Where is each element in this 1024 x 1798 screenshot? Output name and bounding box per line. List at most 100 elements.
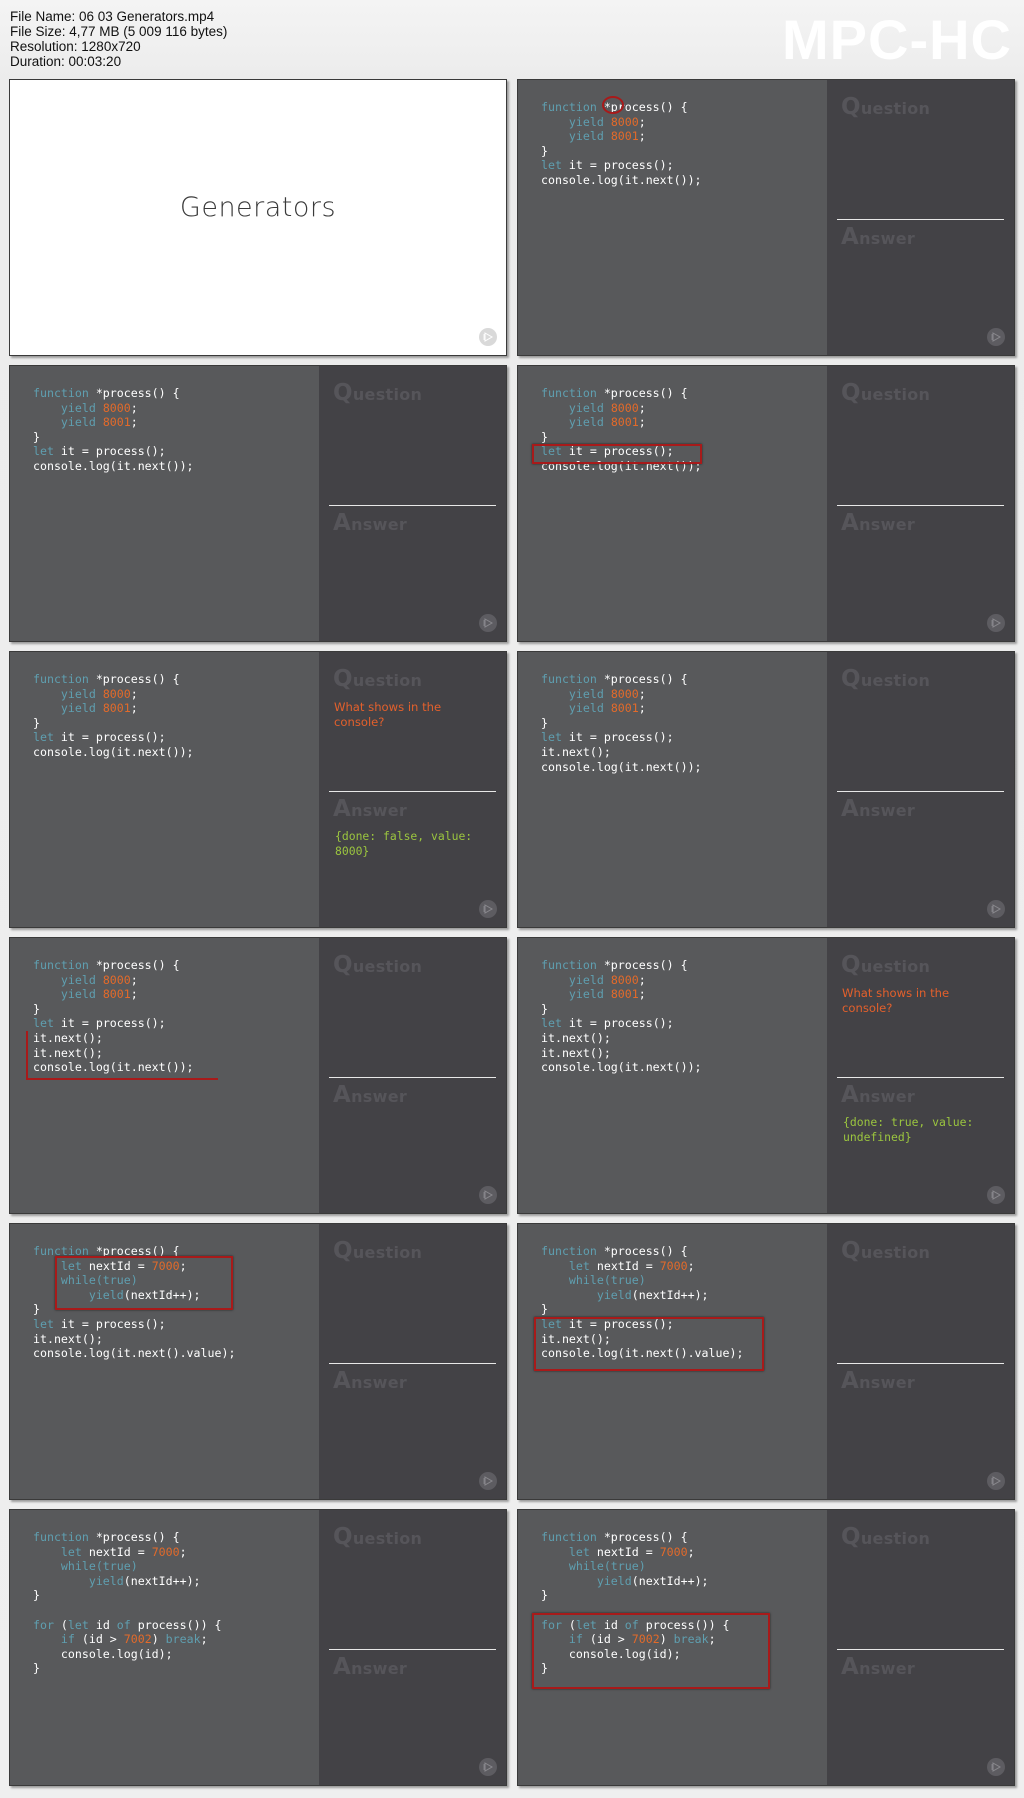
- code-number: 8000: [610, 686, 639, 701]
- code-line: let it = process();: [541, 730, 702, 745]
- code-text: ;: [687, 1544, 695, 1559]
- code-line: console.log(it.next());: [541, 1060, 702, 1075]
- code-text: it = process();: [561, 730, 674, 745]
- code-text: console.log(it.next());: [541, 172, 702, 187]
- qa-pane: Question Answer: [827, 652, 1014, 927]
- question-heading: Question: [841, 94, 930, 120]
- qa-divider: [837, 791, 1004, 792]
- code-line: let it = process();: [33, 1317, 235, 1332]
- thumbnail-title-slide[interactable]: Generators: [9, 79, 507, 356]
- file-size: File Size: 4,77 MB (5 009 116 bytes): [10, 24, 228, 39]
- code-text: ;: [130, 701, 138, 716]
- question-initial: Q: [333, 1524, 353, 1550]
- code-keyword: let: [33, 1016, 54, 1031]
- code-line: console.log(id);: [33, 1647, 222, 1662]
- code-text: }: [33, 1588, 40, 1603]
- thumbnail-frame[interactable]: function *process() { yield 8000; yield …: [517, 651, 1015, 928]
- code-text: ;: [200, 1632, 208, 1647]
- code-line: }: [33, 1002, 194, 1017]
- thumbnail-frame[interactable]: function *process() { yield 8000; yield …: [517, 365, 1015, 642]
- answer-heading: Answer: [841, 1082, 915, 1108]
- code-line: function *process() {: [33, 672, 194, 687]
- question-heading: Question: [841, 666, 930, 692]
- code-text: }: [541, 715, 548, 730]
- question-initial: Q: [841, 380, 861, 406]
- code-pane: function *process() { yield 8000; yield …: [518, 366, 827, 641]
- code-line: yield 8001;: [33, 701, 194, 716]
- code-block: function *process() { yield 8000; yield …: [33, 386, 194, 474]
- code-line: }: [541, 1302, 743, 1317]
- code-number: 8000: [610, 114, 639, 129]
- code-line: yield 8001;: [541, 129, 702, 144]
- code-line: console.log(it.next());: [33, 459, 194, 474]
- code-keyword: yield: [596, 1573, 632, 1588]
- code-line: }: [541, 430, 702, 445]
- answer-initial: A: [333, 1082, 352, 1108]
- thumbnail-frame[interactable]: function *process() { yield 8000; yield …: [9, 365, 507, 642]
- question-initial: Q: [333, 666, 353, 692]
- highlight-annotation: [532, 444, 702, 464]
- code-line: function *process() {: [33, 386, 194, 401]
- thumbnail-frame[interactable]: function *process() { yield 8000; yield …: [517, 937, 1015, 1214]
- code-keyword: yield: [568, 129, 604, 144]
- code-text: ): [151, 1632, 166, 1647]
- code-line: let it = process();: [33, 730, 194, 745]
- question-heading: Question: [333, 952, 422, 978]
- question-initial: Q: [333, 952, 353, 978]
- thumbnail-frame[interactable]: function *process() { let nextId = 7000;…: [9, 1223, 507, 1500]
- code-keyword: let: [541, 1016, 562, 1031]
- code-text: nextId =: [589, 1544, 660, 1559]
- question-rest: uestion: [352, 1243, 423, 1262]
- code-line: it.next();: [541, 1046, 702, 1061]
- answer-initial: A: [841, 1654, 860, 1680]
- code-line: let it = process();: [541, 1016, 702, 1031]
- code-text: it = process();: [53, 730, 166, 745]
- code-keyword: function: [33, 672, 89, 686]
- answer-initial: A: [333, 510, 352, 536]
- code-text: ;: [130, 972, 138, 987]
- code-text: console.log(it.next());: [541, 1060, 702, 1075]
- answer-rest: nswer: [351, 1373, 408, 1392]
- code-line: while(true): [33, 1559, 222, 1574]
- qa-divider: [837, 1363, 1004, 1364]
- thumbnail-frame[interactable]: function *process() { let nextId = 7000;…: [9, 1509, 507, 1786]
- code-text: *process() {: [596, 958, 688, 972]
- code-pane: function *process() { let nextId = 7000;…: [518, 1510, 827, 1785]
- code-keyword: yield: [60, 415, 96, 430]
- code-text: it = process();: [561, 158, 674, 173]
- qa-pane: Question Answer: [827, 366, 1014, 641]
- thumbnail-frame[interactable]: function *process() { yield 8000; yield …: [9, 937, 507, 1214]
- code-text: process()) {: [130, 1617, 222, 1632]
- code-text: *process() {: [88, 958, 180, 972]
- thumbnail-frame[interactable]: function *process() { let nextId = 7000;…: [517, 1509, 1015, 1786]
- answer-rest: nswer: [351, 515, 408, 534]
- question-heading: Question: [841, 1238, 930, 1264]
- code-keyword: yield: [60, 972, 96, 987]
- code-line: it.next();: [541, 745, 702, 760]
- thumbnail-frame[interactable]: function *process() { yield 8000; yield …: [517, 79, 1015, 356]
- code-keyword: function: [541, 100, 597, 114]
- code-line: function *process() {: [541, 1530, 730, 1545]
- thumbnail-frame[interactable]: function *process() { yield 8000; yield …: [9, 651, 507, 928]
- answer-rest: nswer: [351, 1087, 408, 1106]
- play-logo-icon: [987, 1758, 1005, 1776]
- code-text: console.log(it.next());: [541, 759, 702, 774]
- highlight-annotation: [26, 1031, 218, 1080]
- code-text: ;: [638, 987, 646, 1002]
- code-line: while(true): [541, 1559, 730, 1574]
- question-rest: uestion: [860, 671, 931, 690]
- code-line: it.next();: [541, 1031, 702, 1046]
- code-text: *process() {: [596, 1530, 688, 1544]
- thumbnail-frame[interactable]: function *process() { let nextId = 7000;…: [517, 1223, 1015, 1500]
- code-pane: function *process() { yield 8000; yield …: [10, 652, 319, 927]
- code-block: function *process() { yield 8000; yield …: [33, 672, 194, 760]
- code-text: *process() {: [88, 672, 180, 686]
